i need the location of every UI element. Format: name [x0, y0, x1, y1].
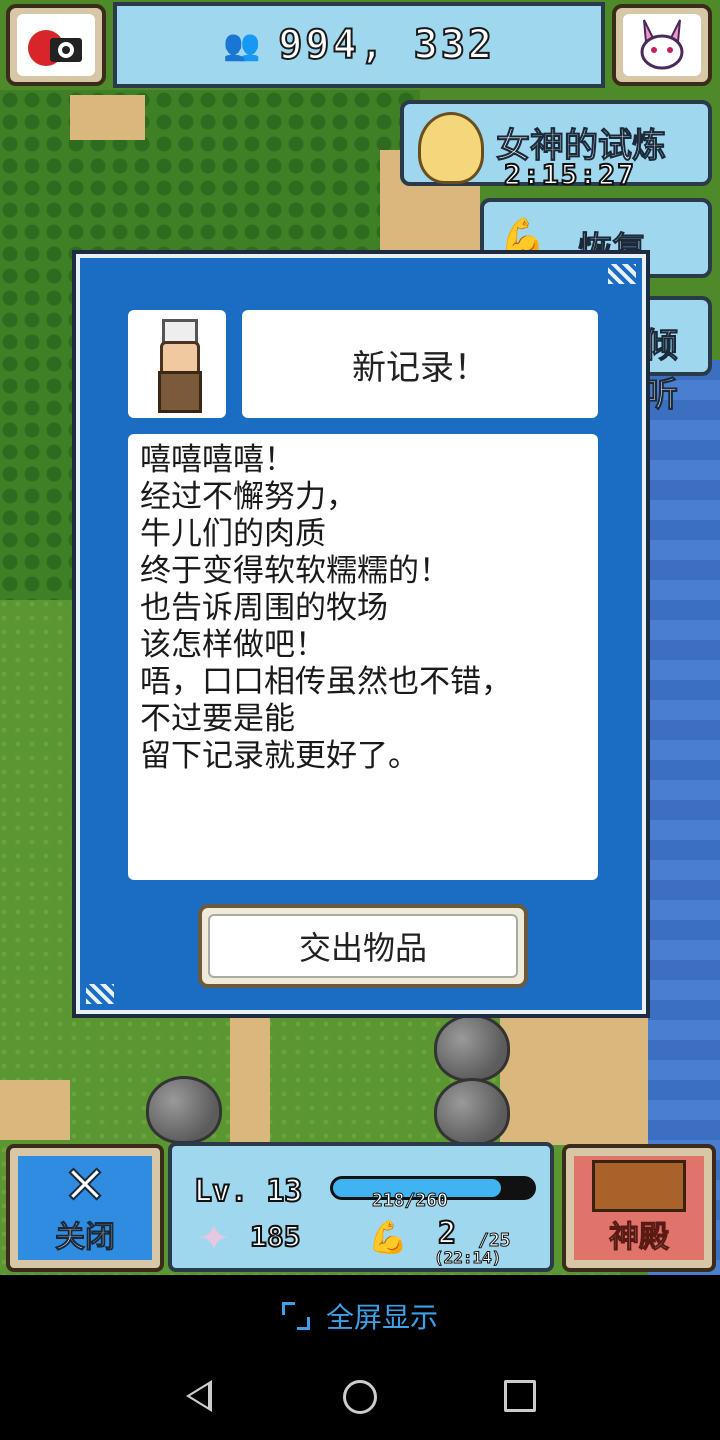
- stamina-timer: (22:14): [433, 1248, 502, 1268]
- close-button[interactable]: ✕ 关闭: [6, 1144, 164, 1272]
- claw-attack-icon: ✦: [198, 1216, 230, 1260]
- xp-text: 218/260: [372, 1190, 449, 1212]
- submit-item-button[interactable]: 交出物品: [198, 904, 528, 988]
- close-icon: ✕: [62, 1156, 108, 1216]
- message-line: 也告诉周围的牧场: [140, 590, 388, 626]
- rock[interactable]: [434, 1014, 510, 1082]
- message-line: 留下记录就更好了。: [140, 738, 419, 774]
- camera-button[interactable]: [6, 4, 106, 86]
- dialog-title: 新记录！: [242, 310, 598, 418]
- submit-item-label: 交出物品: [208, 914, 518, 978]
- expand-icon: [281, 1302, 310, 1330]
- home-icon[interactable]: [343, 1380, 377, 1414]
- temple-button[interactable]: 神殿: [562, 1144, 716, 1272]
- message-line: 嘻嘻嘻嘻！: [140, 442, 295, 478]
- message-line: 该怎样做吧！: [140, 627, 326, 663]
- message-line: 经过不懈努力，: [140, 479, 357, 515]
- arm-icon: 💪: [500, 217, 546, 259]
- rock[interactable]: [434, 1078, 510, 1146]
- gold-counter: 👥 994, 332: [113, 2, 605, 88]
- stamina-value: 2: [437, 1215, 457, 1252]
- message-line: 不过要是能: [140, 701, 295, 737]
- mascot-button[interactable]: [612, 4, 712, 86]
- recents-icon[interactable]: [504, 1380, 536, 1412]
- player-status-panel[interactable]: Lv. 13 218/260 ✦ 185 💪 2 /25 (22:14): [168, 1142, 554, 1272]
- message-line: 牛儿们的肉质: [140, 516, 326, 552]
- gold-value: 994, 332: [277, 21, 495, 69]
- fullscreen-label: 全屏显示: [325, 1301, 438, 1334]
- goddess-trial-timer: 2:15:27: [503, 157, 637, 192]
- chef-character-icon: [154, 319, 202, 413]
- sand-path: [0, 1080, 70, 1140]
- camera-icon: [17, 14, 95, 76]
- sand-path: [70, 95, 145, 140]
- temple-label: 神殿: [609, 1220, 670, 1256]
- chef-portrait: [128, 310, 226, 418]
- corner-decoration: [608, 264, 636, 284]
- sand-path: [230, 1010, 270, 1145]
- level-label: Lv. 13: [193, 1173, 303, 1210]
- rabbit-mascot-icon: [623, 14, 701, 76]
- rock[interactable]: [146, 1076, 222, 1144]
- corner-decoration: [86, 984, 114, 1004]
- back-icon[interactable]: [186, 1380, 212, 1412]
- navigation-bar: [0, 1356, 720, 1440]
- message-line: 唔，口口相传虽然也不错，: [140, 664, 512, 700]
- close-label: 关闭: [55, 1220, 116, 1256]
- dialog-message: 嘻嘻嘻嘻！ 经过不懈努力， 牛儿们的肉质 终于变得软软糯糯的！ 也告诉周围的牧场…: [128, 434, 598, 880]
- arm-stamina-icon: 💪: [368, 1218, 408, 1256]
- goddess-portrait-icon: [418, 112, 484, 184]
- villagers-icon: 👥: [222, 27, 261, 63]
- sand-path: [500, 1010, 648, 1145]
- river: [648, 360, 720, 1275]
- message-line: 终于变得软软糯糯的！: [140, 553, 450, 589]
- fullscreen-toggle[interactable]: 全屏显示: [0, 1276, 720, 1356]
- listen-label: 倾听: [644, 326, 679, 416]
- record-dialog: 新记录！ 嘻嘻嘻嘻！ 经过不懈努力， 牛儿们的肉质 终于变得软软糯糯的！ 也告诉…: [76, 254, 646, 1014]
- attack-value: 185: [249, 1219, 302, 1254]
- temple-icon: [592, 1160, 686, 1212]
- goddess-trial-button[interactable]: 女神的试炼 2:15:27: [400, 100, 712, 192]
